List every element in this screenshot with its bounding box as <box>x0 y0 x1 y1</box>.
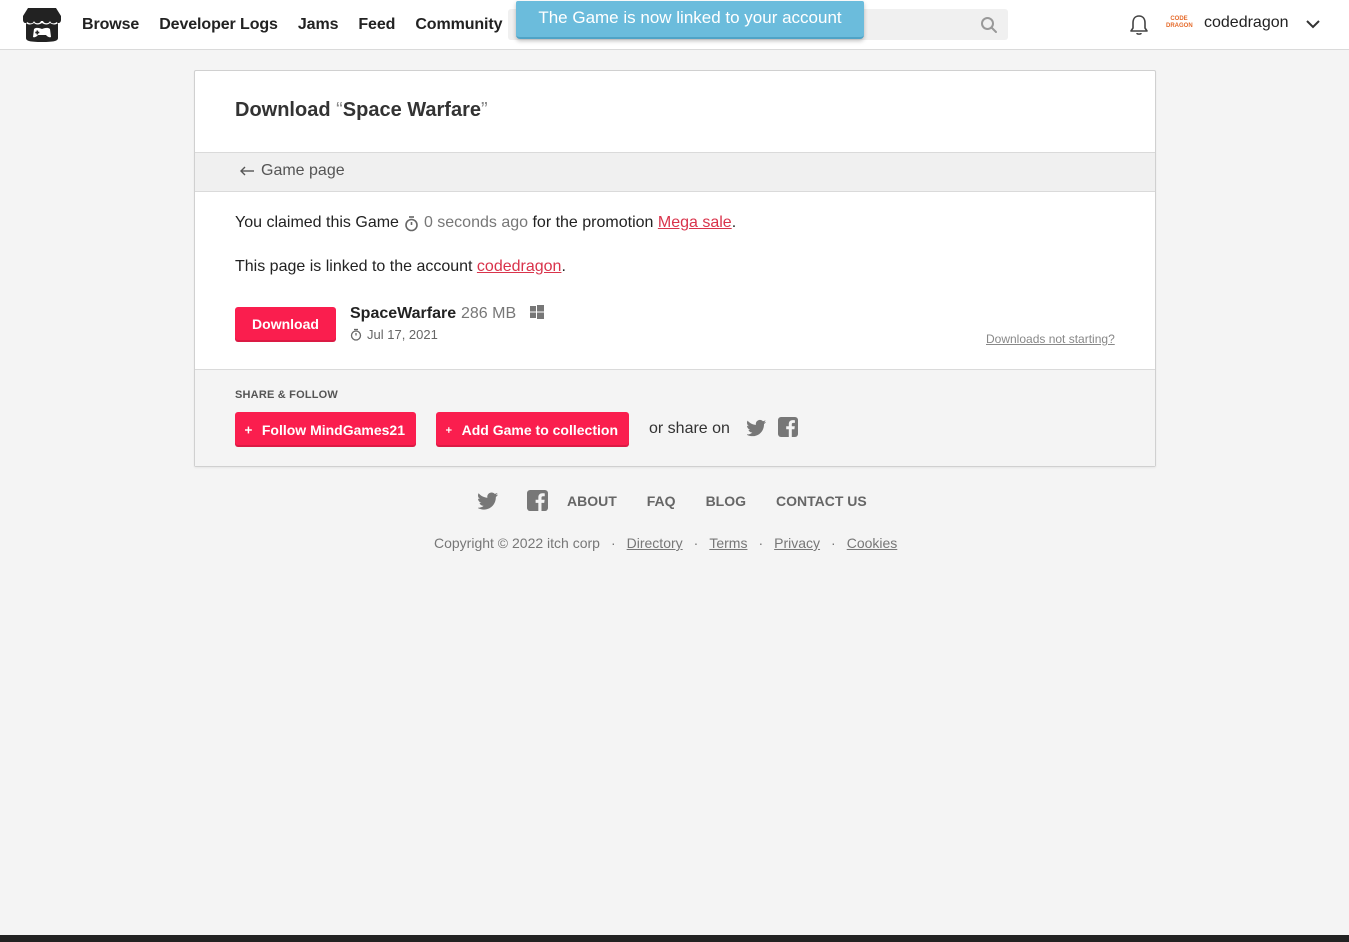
footer-cookies-link[interactable]: Cookies <box>847 535 898 551</box>
plus-icon <box>245 426 252 433</box>
page-title: Download “Space Warfare” <box>235 99 488 122</box>
share-follow-section: SHARE & FOLLOW Follow MindGames21 Add Ga… <box>195 369 1155 466</box>
downloads-not-starting-link[interactable]: Downloads not starting? <box>986 332 1115 346</box>
game-page-link[interactable]: Game page <box>239 162 345 180</box>
copyright-line: Copyright © 2022 itch corp · Directory · Ter… <box>434 535 898 551</box>
download-card: Download “Space Warfare” Game page You c… <box>194 70 1156 467</box>
footer-terms-link[interactable]: Terms <box>709 535 747 551</box>
twitter-icon[interactable] <box>747 419 767 437</box>
main-nav: Browse Developer Logs Jams Feed Communit… <box>82 0 522 50</box>
nav-developer-logs[interactable]: Developer Logs <box>159 16 278 34</box>
claim-time: 0 seconds ago <box>423 214 529 231</box>
footer-blog-link[interactable]: BLOG <box>706 493 746 509</box>
claim-text: You claimed this Game 0 seconds ago for … <box>235 214 736 232</box>
file-date-label: Jul 17, 2021 <box>367 327 438 342</box>
footer-directory-link[interactable]: Directory <box>627 535 683 551</box>
footer-contact-link[interactable]: CONTACT US <box>776 493 867 509</box>
follow-button-label: Follow MindGames21 <box>261 421 405 438</box>
site-header: Browse Developer Logs Jams Feed Communit… <box>0 0 1349 50</box>
follow-button[interactable]: Follow MindGames21 <box>235 412 416 447</box>
plus-icon <box>446 426 452 433</box>
or-share-label: or share on <box>649 420 730 437</box>
copyright-text: Copyright © 2022 itch corp <box>434 535 600 551</box>
twitter-icon[interactable] <box>478 492 499 510</box>
facebook-icon[interactable] <box>527 490 548 511</box>
title-close-quote: ” <box>481 99 488 121</box>
share-heading: SHARE & FOLLOW <box>235 389 339 401</box>
claim-middle: for the promotion <box>532 214 654 231</box>
linked-account-text: This page is linked to the account coded… <box>235 258 566 276</box>
itch-logo-icon[interactable] <box>22 7 62 43</box>
promotion-link[interactable]: Mega sale <box>658 214 732 232</box>
stopwatch-icon <box>350 328 362 341</box>
username[interactable]: codedragon <box>1204 14 1289 32</box>
facebook-icon[interactable] <box>778 417 798 437</box>
footer-about-link[interactable]: ABOUT <box>567 493 617 509</box>
linked-suffix: . <box>561 258 566 275</box>
linked-prefix: This page is linked to the account <box>235 258 477 275</box>
nav-community[interactable]: Community <box>415 16 502 34</box>
title-open-quote: “ <box>336 99 343 121</box>
footer-faq-link[interactable]: FAQ <box>647 493 676 509</box>
collection-button-label: Add Game to collection <box>461 421 618 438</box>
breadcrumb: Game page <box>195 152 1155 192</box>
arrow-left-icon <box>240 166 254 176</box>
notification-toast: The Game is now linked to your account <box>516 1 864 39</box>
title-game-name: Space Warfare <box>342 99 481 121</box>
footer-privacy-link[interactable]: Privacy <box>774 535 820 551</box>
stopwatch-icon <box>405 215 418 231</box>
nav-feed[interactable]: Feed <box>358 16 395 34</box>
nav-browse[interactable]: Browse <box>82 16 139 34</box>
game-page-label: Game page <box>261 162 345 179</box>
file-date: Jul 17, 2021 <box>350 327 438 342</box>
download-button[interactable]: Download <box>235 307 336 342</box>
claim-prefix: You claimed this Game <box>235 214 399 231</box>
bottom-bar <box>0 935 1349 942</box>
nav-jams[interactable]: Jams <box>298 16 339 34</box>
avatar[interactable]: CODE DRAGON <box>1166 13 1193 35</box>
windows-icon <box>530 305 544 319</box>
search-icon[interactable] <box>980 16 998 34</box>
file-name: SpaceWarfare <box>350 305 457 322</box>
claim-suffix: . <box>731 214 737 231</box>
chevron-down-icon[interactable] <box>1305 18 1321 30</box>
footer-links: ABOUT FAQ BLOG CONTACT US <box>478 490 897 511</box>
file-size: 286 MB <box>461 305 517 322</box>
add-to-collection-button[interactable]: Add Game to collection <box>436 412 629 447</box>
account-link[interactable]: codedragon <box>477 258 562 275</box>
bell-icon[interactable] <box>1129 14 1149 36</box>
title-prefix: Download <box>235 99 337 121</box>
